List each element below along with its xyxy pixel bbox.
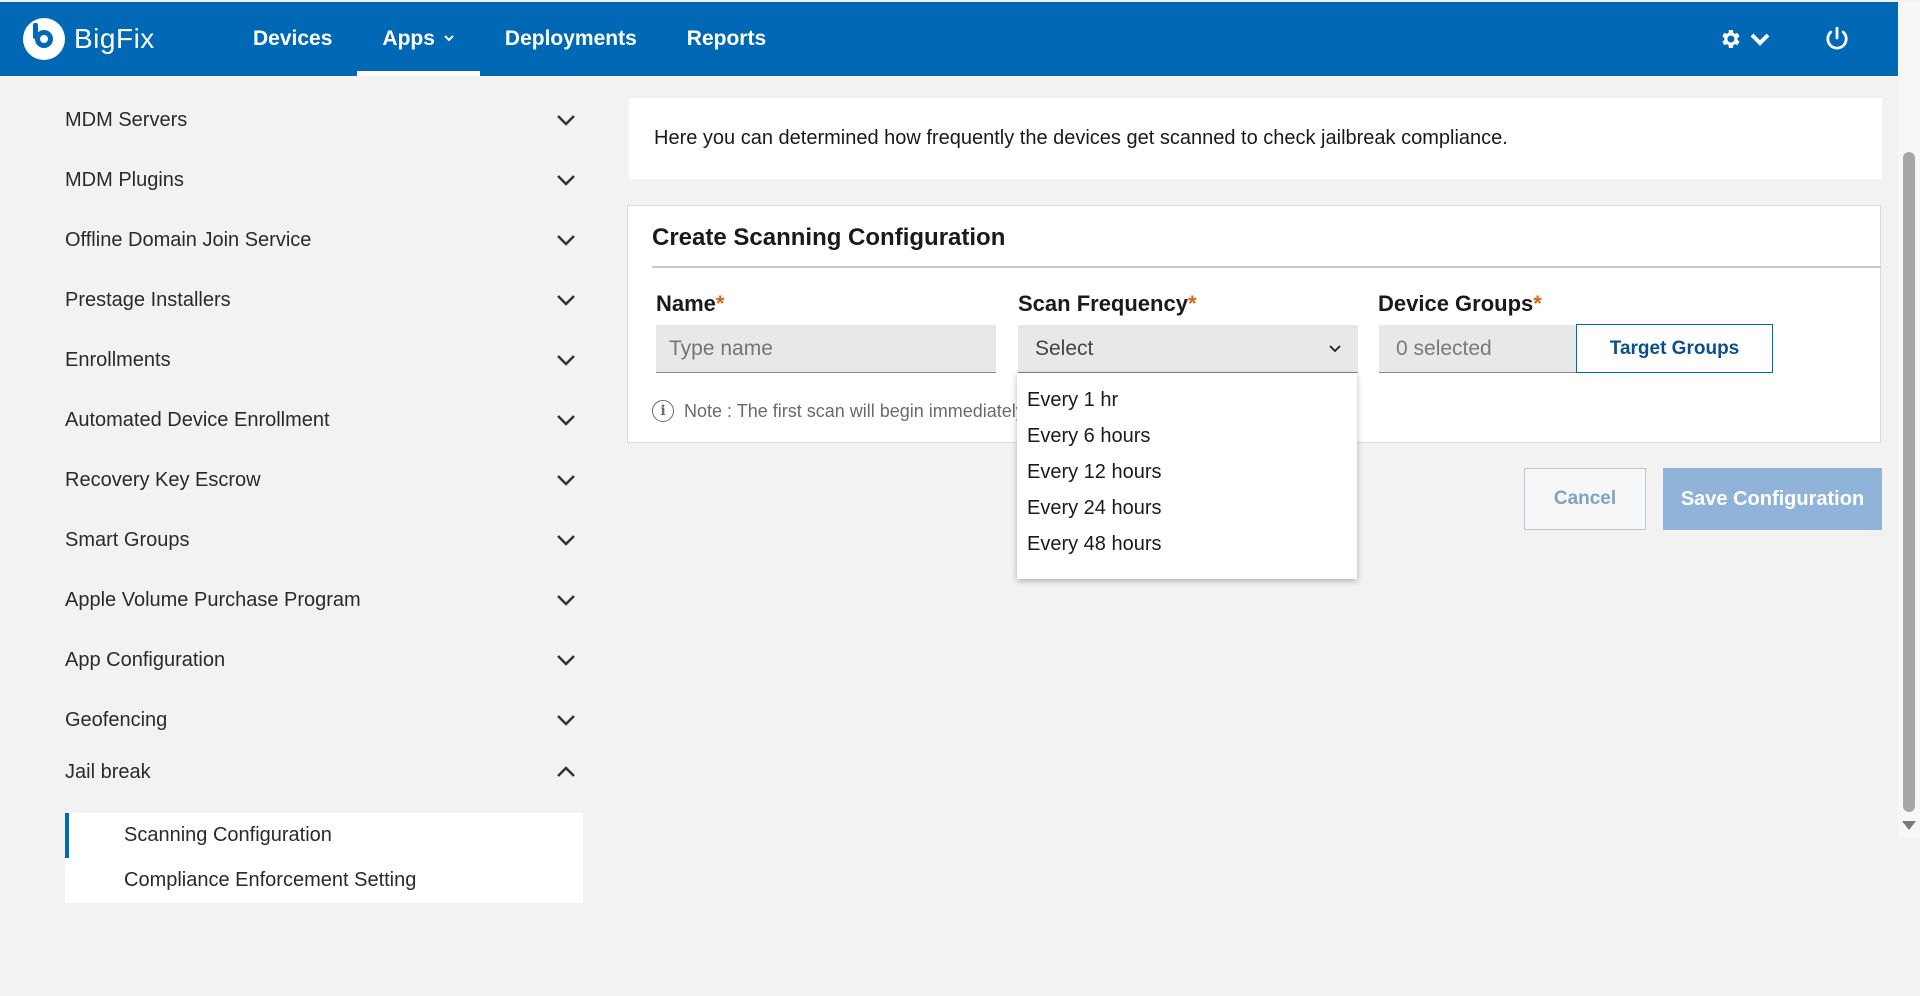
nav-reports[interactable]: Reports (662, 2, 791, 76)
sidebar-item-apple-vpp[interactable]: Apple Volume Purchase Program (65, 570, 580, 630)
sidebar-item-geofencing[interactable]: Geofencing (65, 690, 580, 750)
sidebar-item-label: Automated Device Enrollment (65, 408, 330, 431)
device-groups-value: 0 selected (1396, 336, 1492, 360)
gear-icon (1722, 30, 1740, 48)
scrollbar-thumb[interactable] (1903, 152, 1915, 812)
sidebar-item-label: Geofencing (65, 708, 168, 731)
info-icon: i (652, 400, 674, 422)
dropdown-option[interactable]: Every 24 hours (1017, 490, 1357, 526)
chevron-down-icon (557, 535, 575, 546)
bigfix-logo-icon (23, 18, 65, 60)
nav-apps-label: Apps (382, 27, 435, 50)
chevron-down-icon (557, 295, 575, 306)
logo-text: BigFix (74, 23, 155, 54)
sidebar-item-label: Prestage Installers (65, 288, 231, 311)
chevron-down-icon (557, 355, 575, 366)
dropdown-option[interactable]: Every 1 hr (1017, 382, 1357, 418)
chevron-down-icon (557, 475, 575, 486)
settings-menu-button[interactable] (1718, 27, 1772, 51)
dropdown-option[interactable]: Every 6 hours (1017, 418, 1357, 454)
device-groups-field: 0 selected (1379, 325, 1577, 373)
chevron-up-icon (557, 766, 575, 777)
main-nav: Devices Apps Deployments Reports (228, 2, 791, 76)
scan-frequency-dropdown: Every 1 hr Every 6 hours Every 12 hours … (1017, 373, 1357, 579)
chevron-down-icon (557, 115, 575, 126)
sidebar-item-label: Smart Groups (65, 528, 190, 551)
save-configuration-button[interactable]: Save Configuration (1663, 468, 1882, 530)
sidebar-item-offline-domain-join[interactable]: Offline Domain Join Service (65, 210, 580, 270)
dropdown-option[interactable]: Every 12 hours (1017, 454, 1357, 490)
target-groups-button[interactable]: Target Groups (1576, 324, 1773, 373)
cancel-button[interactable]: Cancel (1524, 468, 1646, 530)
sidebar-subitem-compliance-enforcement[interactable]: Compliance Enforcement Setting (65, 858, 583, 903)
sidebar-item-jail-break[interactable]: Jail break (65, 750, 580, 794)
card-title: Create Scanning Configuration (652, 224, 1006, 251)
scroll-down-arrow-icon[interactable] (1902, 821, 1916, 830)
chevron-down-icon (557, 175, 575, 186)
sidebar-item-recovery-key-escrow[interactable]: Recovery Key Escrow (65, 450, 580, 510)
divider (652, 266, 1881, 268)
note: i Note : The first scan will begin immed… (652, 400, 1022, 422)
sidebar-item-label: Enrollments (65, 348, 171, 371)
nav-devices[interactable]: Devices (228, 2, 357, 76)
chevron-down-icon (557, 595, 575, 606)
sidebar: MDM Servers MDM Plugins Offline Domain J… (65, 90, 583, 903)
required-mark: * (1187, 291, 1197, 316)
sidebar-item-mdm-servers[interactable]: MDM Servers (65, 90, 580, 150)
chevron-down-icon (1329, 345, 1341, 353)
sidebar-item-smart-groups[interactable]: Smart Groups (65, 510, 580, 570)
chevron-down-icon (444, 35, 454, 42)
sidebar-subitem-scanning-configuration[interactable]: Scanning Configuration (65, 813, 583, 858)
nav-deployments[interactable]: Deployments (480, 2, 662, 76)
info-text: Here you can determined how frequently t… (654, 127, 1508, 149)
jail-break-submenu: Scanning Configuration Compliance Enforc… (65, 813, 583, 903)
name-input[interactable] (656, 325, 996, 373)
info-banner: Here you can determined how frequently t… (629, 98, 1882, 179)
scan-frequency-label: Scan Frequency* (1018, 291, 1197, 316)
sidebar-item-automated-device-enrollment[interactable]: Automated Device Enrollment (65, 390, 580, 450)
sidebar-item-label: Recovery Key Escrow (65, 468, 261, 491)
required-mark: * (1533, 291, 1542, 316)
sidebar-item-label: MDM Plugins (65, 168, 184, 191)
bigfix-logo[interactable]: BigFix (23, 18, 223, 60)
sidebar-item-label: Apple Volume Purchase Program (65, 588, 361, 611)
sidebar-item-label: Jail break (65, 760, 151, 783)
sidebar-item-mdm-plugins[interactable]: MDM Plugins (65, 150, 580, 210)
chevron-down-icon (557, 235, 575, 246)
sidebar-item-app-configuration[interactable]: App Configuration (65, 630, 580, 690)
device-groups-label: Device Groups* (1378, 291, 1542, 316)
top-navigation-bar: BigFix Devices Apps Deployments Reports (0, 2, 1898, 76)
sidebar-item-label: MDM Servers (65, 108, 188, 131)
name-label: Name* (656, 291, 725, 316)
chevron-down-icon (557, 655, 575, 666)
nav-apps[interactable]: Apps (357, 2, 480, 76)
chevron-down-icon (1750, 33, 1770, 46)
chevron-down-icon (557, 715, 575, 726)
scan-frequency-value: Select (1035, 336, 1094, 360)
dropdown-option[interactable]: Every 48 hours (1017, 526, 1357, 562)
sidebar-item-prestage-installers[interactable]: Prestage Installers (65, 270, 580, 330)
scan-frequency-select[interactable]: Select (1018, 325, 1358, 373)
note-text: Note : The first scan will begin immedia… (684, 400, 1022, 421)
power-icon[interactable] (1824, 26, 1850, 52)
sidebar-item-label: Offline Domain Join Service (65, 228, 312, 251)
sidebar-item-enrollments[interactable]: Enrollments (65, 330, 580, 390)
chevron-down-icon (557, 415, 575, 426)
sidebar-item-label: App Configuration (65, 648, 226, 671)
required-mark: * (715, 291, 725, 316)
